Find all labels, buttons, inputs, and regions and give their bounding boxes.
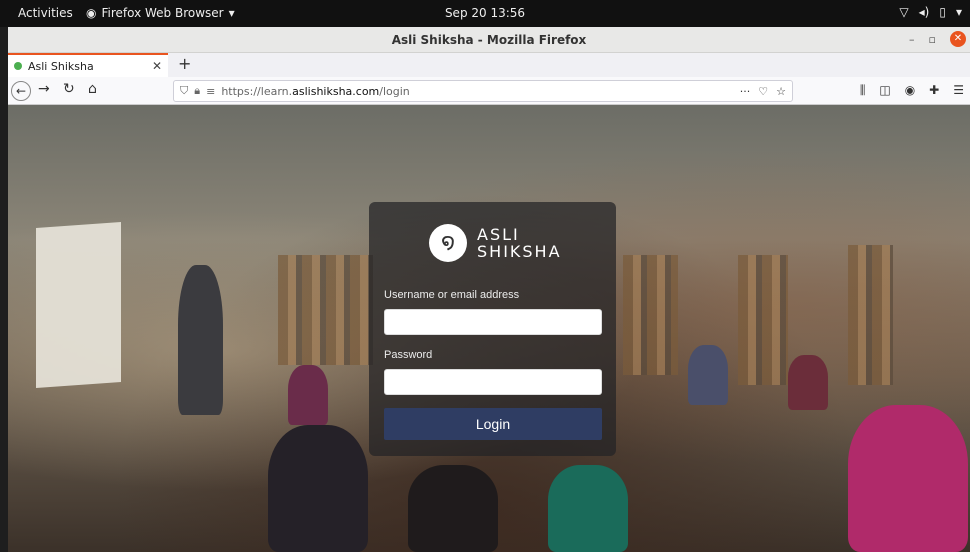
battery-icon: ▯ xyxy=(939,5,946,19)
close-tab-icon[interactable]: ✕ xyxy=(152,59,162,73)
window-title: Asli Shiksha - Mozilla Firefox xyxy=(391,33,587,47)
window-controls: – ▫ ✕ xyxy=(909,31,966,47)
password-input[interactable] xyxy=(384,369,602,395)
system-tray[interactable]: ▽ ◂) ▯ ▾ xyxy=(899,5,962,19)
permissions-icon[interactable]: ≡ xyxy=(206,85,215,98)
favicon-icon xyxy=(14,62,22,70)
account-icon[interactable]: ◉ xyxy=(905,83,915,98)
network-icon: ▽ xyxy=(899,5,909,19)
page-content: ໑ ASLI SHIKSHA Username or email address… xyxy=(8,105,970,552)
volume-icon: ◂) xyxy=(918,5,930,19)
extensions-icon[interactable]: ✚ xyxy=(929,83,939,98)
brand-logo: ໑ ASLI SHIKSHA xyxy=(429,224,562,262)
page-actions-icon[interactable]: ··· xyxy=(740,85,751,98)
login-button[interactable]: Login xyxy=(384,408,602,440)
username-input[interactable] xyxy=(384,309,602,335)
spiral-logo-icon: ໑ xyxy=(429,224,467,262)
pocket-icon[interactable]: ♡ xyxy=(758,85,768,98)
url-text[interactable]: https://learn.aslishiksha.com/login xyxy=(221,85,409,98)
window-title-bar: Asli Shiksha - Mozilla Firefox – ▫ ✕ xyxy=(8,27,970,53)
url-bar[interactable]: ⛉ 🔒︎ ≡ https://learn.aslishiksha.com/log… xyxy=(173,80,793,102)
library-icon[interactable]: ⫼ xyxy=(860,83,866,98)
brand-name-line2: SHIKSHA xyxy=(477,242,562,261)
home-button[interactable]: ⌂ xyxy=(88,81,97,97)
password-label: Password xyxy=(384,349,433,361)
shield-icon[interactable]: ⛉ xyxy=(180,84,188,98)
toolbar-right: ⫼ ◫ ◉ ✚ ☰ xyxy=(860,83,964,98)
back-button[interactable]: ← xyxy=(11,81,31,101)
gnome-top-bar: Activities ◉ Firefox Web Browser ▾ Sep 2… xyxy=(0,0,970,27)
close-icon[interactable]: ✕ xyxy=(950,31,966,47)
tab-strip: Asli Shiksha ✕ + xyxy=(8,53,970,77)
username-label: Username or email address xyxy=(384,289,520,301)
maximize-icon[interactable]: ▫ xyxy=(929,33,936,46)
login-card: ໑ ASLI SHIKSHA Username or email address… xyxy=(369,202,616,456)
sidebar-icon[interactable]: ◫ xyxy=(879,83,890,98)
nav-bar: ← → ↻ ⌂ ⛉ 🔒︎ ≡ https://learn.aslishiksha… xyxy=(8,77,970,105)
minimize-icon[interactable]: – xyxy=(909,33,915,46)
forward-button[interactable]: → xyxy=(38,81,50,97)
new-tab-button[interactable]: + xyxy=(178,54,191,73)
clock[interactable]: Sep 20 13:56 xyxy=(0,6,970,20)
tab-asli-shiksha[interactable]: Asli Shiksha ✕ xyxy=(8,53,168,77)
reload-button[interactable]: ↻ xyxy=(63,81,75,97)
brand-name-line1: ASLI xyxy=(477,225,520,244)
bookmark-star-icon[interactable]: ☆ xyxy=(776,85,786,98)
menu-icon[interactable]: ☰ xyxy=(953,83,964,98)
tab-label: Asli Shiksha xyxy=(28,59,94,73)
lock-icon[interactable]: 🔒︎ xyxy=(194,84,200,98)
chevron-down-icon: ▾ xyxy=(955,5,962,19)
